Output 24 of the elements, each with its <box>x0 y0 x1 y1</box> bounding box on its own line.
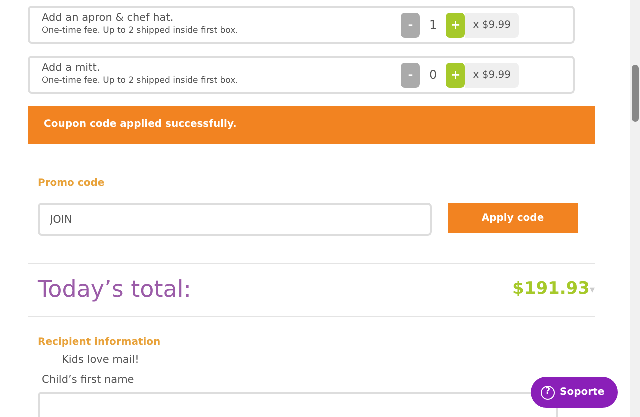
decrease-button[interactable]: - <box>401 62 420 88</box>
increase-button[interactable]: + <box>446 12 466 38</box>
addon-note: One-time fee. Up to 2 shipped inside first box. <box>42 25 238 38</box>
dropdown-caret[interactable]: ▾ <box>590 282 595 298</box>
total-amount: $191.93 <box>512 278 590 302</box>
unit-price: x $9.99 <box>465 12 519 38</box>
field-label: Child’s first name <box>41 372 136 388</box>
support-button[interactable]: ? Soporte <box>531 377 618 408</box>
addon-title: Add an apron & chef hat. <box>42 12 175 26</box>
promo-code-label: Promo code <box>38 177 106 191</box>
decrease-button[interactable]: - <box>401 12 420 38</box>
total-label: Today’s total: <box>38 276 192 305</box>
scrollbar[interactable] <box>630 0 640 417</box>
quantity: 1 <box>428 17 438 34</box>
addon-title: Add a mitt. <box>42 62 102 76</box>
addon-note: One-time fee. Up to 2 shipped inside first box. <box>42 75 238 88</box>
help-icon: ? <box>541 386 555 400</box>
tagline: Kids love mail! <box>62 353 140 368</box>
increase-button[interactable]: + <box>446 62 466 88</box>
recipient-heading: Recipient information <box>38 336 162 350</box>
quantity: 0 <box>428 67 438 84</box>
unit-price: x $9.99 <box>465 62 519 88</box>
success-alert: Coupon code applied successfully. <box>28 106 595 144</box>
apply-code-button[interactable]: Apply code <box>448 203 578 233</box>
